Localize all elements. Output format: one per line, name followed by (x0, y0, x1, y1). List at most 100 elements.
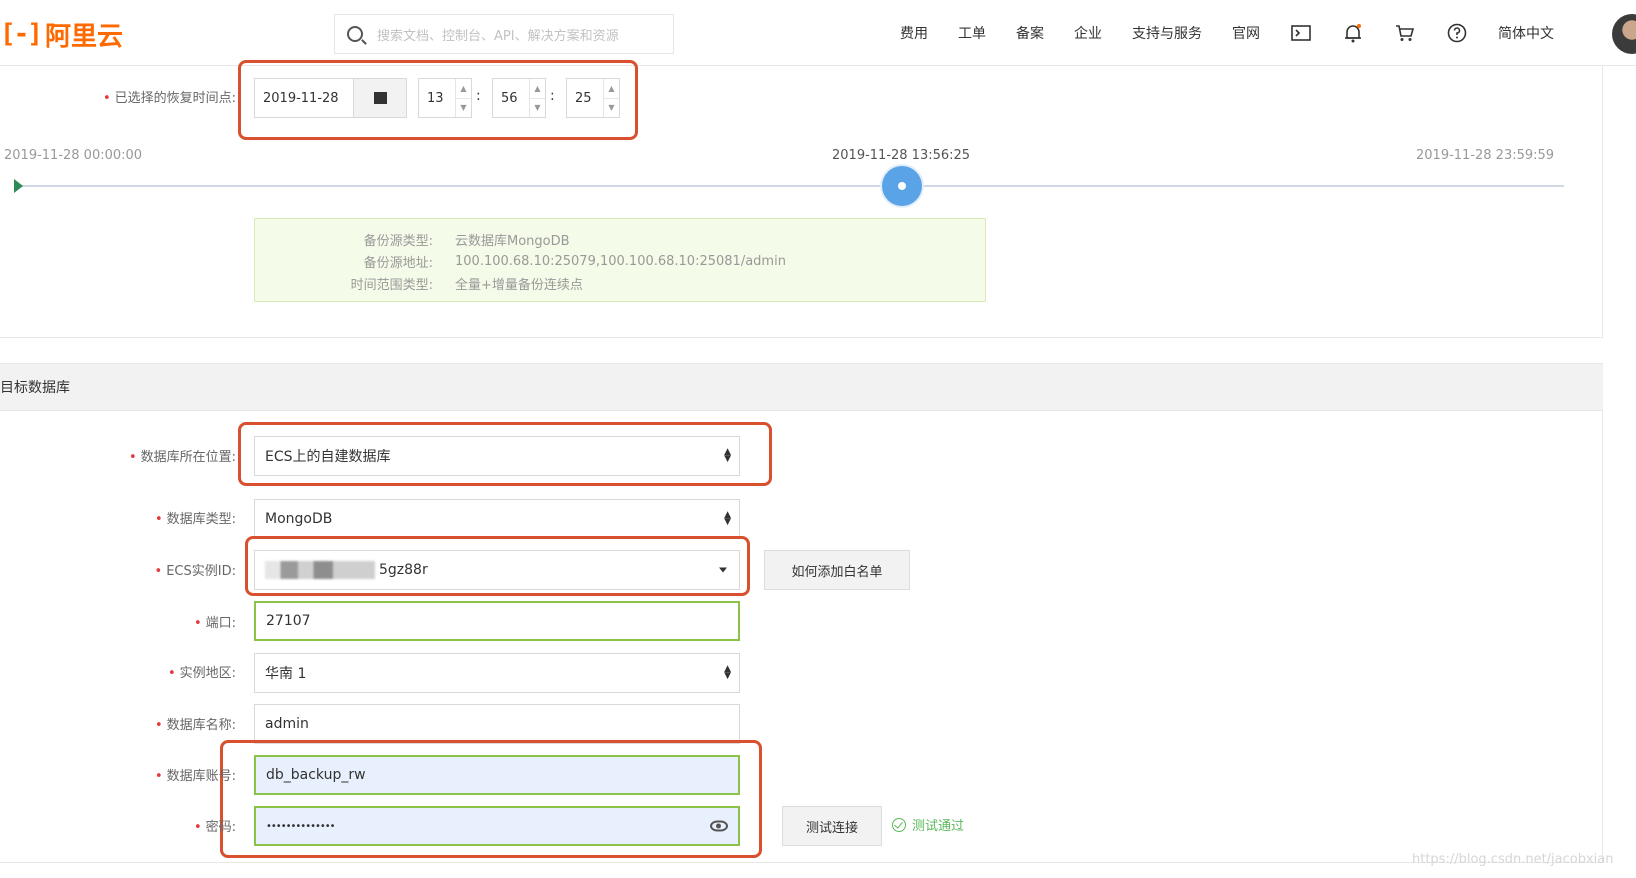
cart-icon[interactable] (1394, 22, 1416, 44)
help-icon[interactable] (1446, 22, 1468, 44)
redacted-instance-id (265, 561, 375, 579)
db-type-select[interactable]: MongoDB ▲ ▼ (254, 499, 740, 539)
info-row-source-type: 备份源类型: 云数据库MongoDB (255, 228, 987, 250)
port-label: 端口: (205, 616, 236, 631)
required-mark: • (193, 820, 202, 835)
ecs-label-wrap: • ECS实例ID: (80, 560, 236, 579)
timeline-slider-handle[interactable] (882, 166, 922, 206)
port-input[interactable]: 27107 (254, 601, 740, 641)
search-icon (347, 26, 363, 42)
password-input[interactable]: •••••••••••••• (254, 806, 740, 846)
restore-date-input[interactable]: 2019-11-28 (254, 78, 354, 118)
region-select[interactable]: 华南 1 ▲ ▼ (254, 653, 740, 693)
db-name-input[interactable]: admin (254, 704, 740, 744)
second-stepper[interactable]: 25 ▲ ▼ (566, 78, 620, 118)
whitelist-help-button[interactable]: 如何添加白名单 (764, 550, 910, 590)
required-mark: • (154, 564, 163, 579)
nav-item-icp-filing[interactable]: 备案 (1016, 23, 1044, 43)
section-title: 目标数据库 (0, 380, 70, 396)
info-value: 全量+增量备份连续点 (455, 277, 583, 293)
minute-spinner[interactable]: ▲ ▼ (529, 79, 545, 117)
password-label: 密码: (205, 820, 236, 835)
info-key: 备份源地址: (363, 255, 433, 271)
ecs-label: ECS实例ID: (166, 564, 236, 579)
hour-stepper[interactable]: 13 ▲ ▼ (418, 78, 472, 118)
chevron-up-icon[interactable]: ▲ (530, 79, 545, 99)
account-label: 数据库账号: (166, 769, 236, 784)
info-key: 备份源类型: (363, 233, 433, 249)
top-navigation-bar: [-] 阿里云 搜索文档、控制台、API、解决方案和资源 费用 工单 备案 企业… (0, 0, 1636, 66)
db-location-label-wrap: • 数据库所在位置: (80, 446, 236, 465)
required-mark: • (167, 666, 176, 681)
port-label-wrap: • 端口: (80, 612, 236, 631)
info-row-time-range-type: 时间范围类型: 全量+增量备份连续点 (255, 272, 987, 294)
nav-item-enterprise[interactable]: 企业 (1074, 23, 1102, 43)
second-value: 25 (575, 90, 592, 106)
updown-caret-icon: ▲ ▼ (724, 664, 731, 681)
info-value: 100.100.68.10:25079,100.100.68.10:25081/… (455, 253, 786, 269)
region-value: 华南 1 (265, 666, 307, 682)
info-value: 云数据库MongoDB (455, 233, 570, 249)
bell-icon[interactable] (1342, 22, 1364, 44)
required-mark: • (128, 450, 137, 465)
nav-item-tickets[interactable]: 工单 (958, 23, 986, 43)
chevron-down-icon[interactable]: ▼ (604, 99, 619, 118)
restore-time-label-wrap: • 已选择的恢复时间点: (80, 87, 236, 106)
terminal-icon[interactable] (1290, 22, 1312, 44)
test-result-text: 测试通过 (912, 819, 965, 834)
timeline-start-label: 2019-11-28 00:00:00 (4, 148, 143, 163)
minute-stepper[interactable]: 56 ▲ ▼ (492, 78, 546, 118)
db-name-label: 数据库名称: (166, 718, 236, 733)
backup-source-info: 备份源类型: 云数据库MongoDB 备份源地址: 100.100.68.10:… (254, 218, 986, 302)
required-mark: • (154, 718, 163, 733)
info-row-source-address: 备份源地址: 100.100.68.10:25079,100.100.68.10… (255, 250, 987, 272)
top-nav-menu: 费用 工单 备案 企业 支持与服务 官网 简体中文 (900, 0, 1584, 66)
ecs-instance-select[interactable]: 5gz88r (254, 550, 740, 590)
db-type-label: 数据库类型: (166, 512, 236, 527)
global-search-input[interactable]: 搜索文档、控制台、API、解决方案和资源 (334, 14, 674, 54)
required-mark: • (154, 769, 163, 784)
test-passed-status: 测试通过 (892, 815, 964, 834)
required-mark: • (154, 512, 163, 527)
required-mark: • (102, 91, 111, 106)
chevron-down-icon[interactable]: ▼ (530, 99, 545, 118)
eye-icon[interactable] (710, 820, 728, 832)
db-location-label: 数据库所在位置: (140, 450, 236, 465)
nav-item-support[interactable]: 支持与服务 (1132, 23, 1202, 43)
db-type-label-wrap: • 数据库类型: (80, 508, 236, 527)
chevron-up-icon[interactable]: ▲ (456, 79, 471, 99)
second-spinner[interactable]: ▲ ▼ (603, 79, 619, 117)
hour-spinner[interactable]: ▲ ▼ (455, 79, 471, 117)
ecs-value-suffix: 5gz88r (379, 562, 428, 578)
db-location-value: ECS上的自建数据库 (265, 449, 391, 465)
aliyun-logo[interactable]: [-] 阿里云 (0, 16, 123, 52)
timeline-end-label: 2019-11-28 23:59:59 (1416, 148, 1555, 163)
language-switch[interactable]: 简体中文 (1498, 23, 1554, 43)
region-label: 实例地区: (179, 666, 236, 681)
password-label-wrap: • 密码: (80, 816, 236, 835)
timeline-track[interactable] (14, 185, 1564, 187)
hour-value: 13 (427, 90, 444, 106)
nav-item-website[interactable]: 官网 (1232, 23, 1260, 43)
test-connection-button[interactable]: 测试连接 (782, 806, 882, 846)
chevron-down-icon[interactable]: ▼ (456, 99, 471, 118)
password-value: •••••••••••••• (266, 820, 336, 832)
restore-time-label: 已选择的恢复时间点: (114, 91, 236, 106)
logo-mark: [-] (0, 19, 43, 49)
db-account-input[interactable]: db_backup_rw (254, 755, 740, 795)
account-label-wrap: • 数据库账号: (80, 765, 236, 784)
required-mark: • (193, 616, 202, 631)
nav-item-billing[interactable]: 费用 (900, 23, 928, 43)
chevron-up-icon[interactable]: ▲ (604, 79, 619, 99)
watermark: https://blog.csdn.net/jacobxian (1412, 852, 1614, 867)
calendar-button[interactable] (353, 78, 407, 118)
check-circle-icon (892, 817, 906, 832)
info-key: 时间范围类型: (350, 277, 433, 293)
updown-caret-icon: ▲ ▼ (724, 447, 731, 464)
db-location-select[interactable]: ECS上的自建数据库 ▲ ▼ (254, 436, 740, 476)
time-separator: : (550, 88, 555, 104)
region-label-wrap: • 实例地区: (80, 662, 236, 681)
timeline-start-marker (14, 179, 23, 193)
user-avatar[interactable] (1612, 14, 1636, 54)
chevron-down-icon (719, 567, 727, 573)
